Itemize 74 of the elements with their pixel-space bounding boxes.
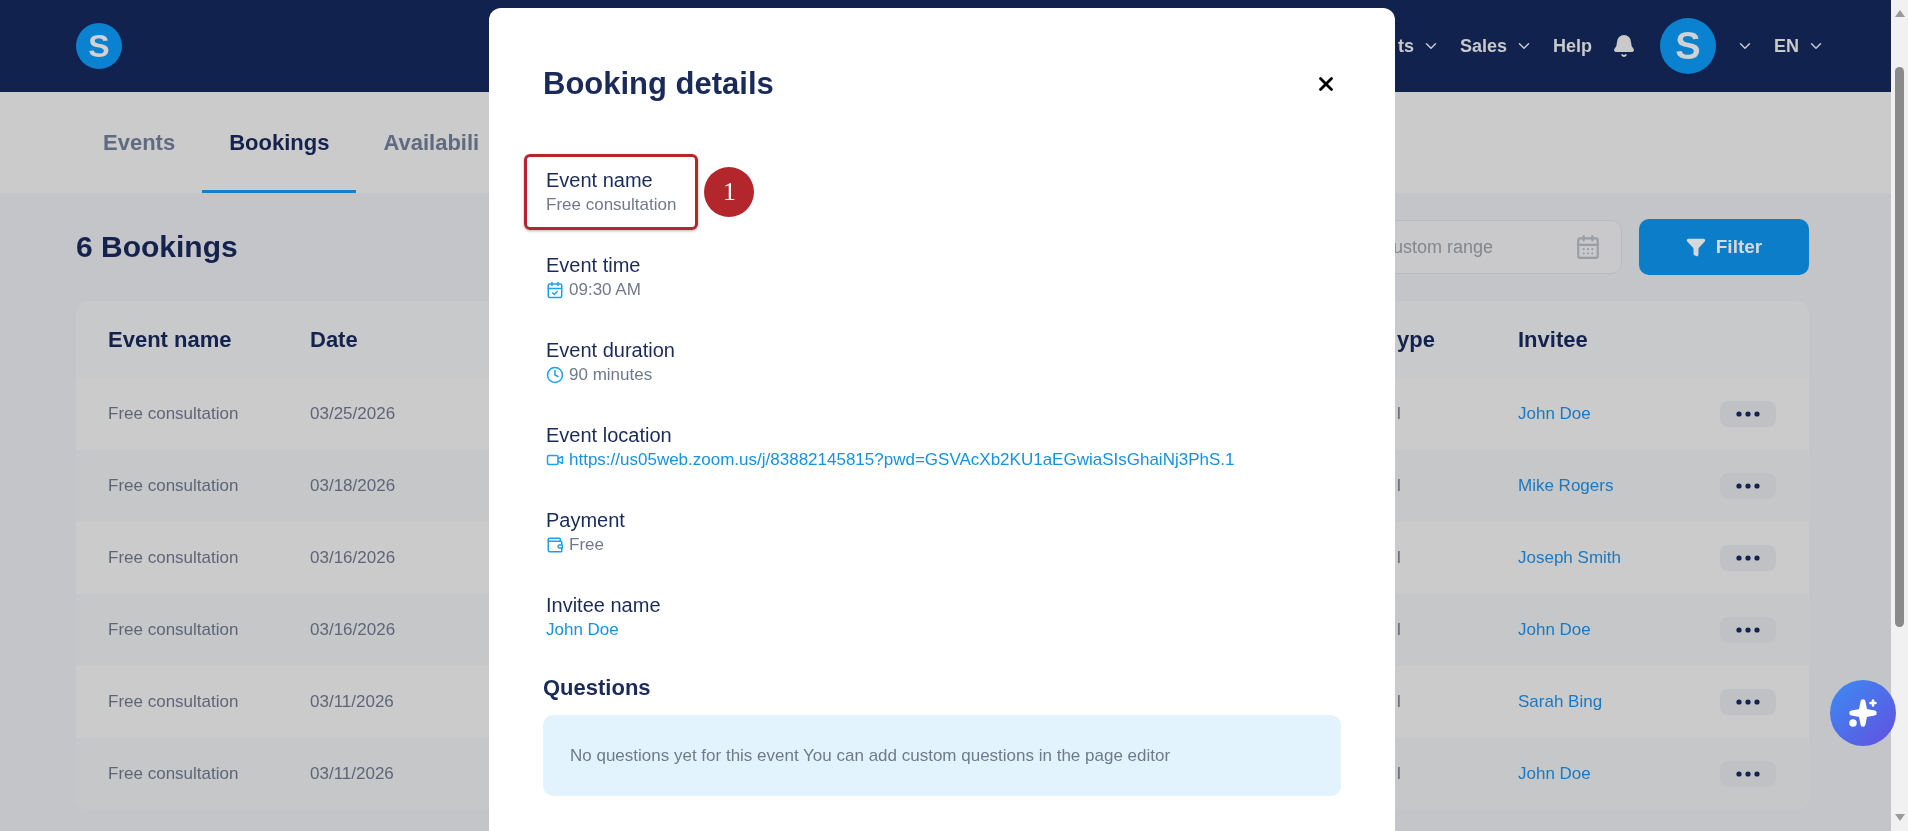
table-cell: 03/11/2026 xyxy=(310,692,394,712)
avatar[interactable]: S xyxy=(1660,18,1716,74)
table-cell: Free consultation xyxy=(108,476,239,496)
table-cell: Free consultation xyxy=(108,548,239,568)
table-cell: 03/16/2026 xyxy=(310,620,396,640)
table-cell: 03/18/2026 xyxy=(310,476,396,496)
filter-icon xyxy=(1685,237,1706,257)
more-button[interactable] xyxy=(1720,401,1776,427)
invitee-link[interactable]: John Doe xyxy=(1518,620,1591,640)
field-value: 90 minutes xyxy=(569,364,653,386)
page-title: 6 Bookings xyxy=(76,230,238,264)
nav-link[interactable]: Help xyxy=(1552,35,1592,57)
table-cell: 03/11/2026 xyxy=(310,764,394,784)
invitee-link[interactable]: Sarah Bing xyxy=(1518,692,1603,712)
more-button[interactable] xyxy=(1720,545,1776,571)
table-cell: Free consultation xyxy=(108,620,239,640)
field-value: 09:30 AM xyxy=(569,279,641,301)
ellipsis-icon xyxy=(1736,699,1760,705)
table-cell: Free consultation xyxy=(108,404,239,424)
table-cell: l xyxy=(1397,548,1401,568)
invitee-link[interactable]: Mike Rogers xyxy=(1518,476,1614,496)
logo[interactable]: S xyxy=(76,23,122,69)
column-header: Event name xyxy=(108,326,232,353)
ellipsis-icon xyxy=(1736,411,1760,417)
language-selector[interactable]: EN xyxy=(1774,35,1825,57)
field-label: Event name xyxy=(546,168,654,193)
field-value: Free xyxy=(569,534,604,556)
table-cell: l xyxy=(1397,476,1401,496)
tab[interactable]: Events xyxy=(76,92,203,193)
table-cell: Free consultation xyxy=(108,692,239,712)
table-cell: 03/25/2026 xyxy=(310,404,396,424)
dialog-title: Booking details xyxy=(543,66,774,102)
bell-icon[interactable] xyxy=(1612,34,1636,58)
invitee-link[interactable]: Joseph Smith xyxy=(1518,548,1621,568)
table-cell: Free consultation xyxy=(108,764,239,784)
scrollbar-thumb[interactable] xyxy=(1895,67,1904,627)
field-label: Payment xyxy=(546,508,625,533)
invitee-link[interactable]: John Doe xyxy=(1518,404,1591,424)
calendar-icon xyxy=(546,281,564,299)
filter-button[interactable]: Filter xyxy=(1639,219,1809,275)
invitee-link[interactable]: John Doe xyxy=(1518,764,1591,784)
column-header: Invitee xyxy=(1518,326,1588,353)
ellipsis-icon xyxy=(1736,771,1760,777)
column-header: Date xyxy=(310,326,358,353)
table-cell: l xyxy=(1397,692,1401,712)
ellipsis-icon xyxy=(1736,555,1760,561)
field-link[interactable]: John Doe xyxy=(546,618,619,642)
empty-questions-note: No questions yet for this event You can add custom questions in the page editor xyxy=(543,715,1341,796)
field-link[interactable]: https://us05web.zoom.us/j/83882145815?pwd=GSVAcXb2KU1aEGwiaSIsGhaiNj3PhS.1 xyxy=(569,448,1235,472)
wallet-icon xyxy=(546,536,564,554)
more-button[interactable] xyxy=(1720,689,1776,715)
clock-icon xyxy=(546,366,564,384)
ellipsis-icon xyxy=(1736,627,1760,633)
callout-number: 1 xyxy=(704,167,755,217)
table-cell: l xyxy=(1397,404,1401,424)
column-header: ype xyxy=(1397,326,1435,353)
more-button[interactable] xyxy=(1720,473,1776,499)
more-button[interactable] xyxy=(1720,761,1776,787)
sparkles-icon xyxy=(1848,698,1878,728)
field-label: Invitee name xyxy=(546,593,661,618)
tab[interactable]: Bookings xyxy=(202,92,357,193)
table-cell: l xyxy=(1397,764,1401,784)
nav-link[interactable]: Sales xyxy=(1459,35,1533,57)
field-label: Event time xyxy=(546,253,641,278)
field-value: Free consultation xyxy=(546,194,677,216)
table-cell: 03/16/2026 xyxy=(310,548,396,568)
field-label: Event location xyxy=(546,423,673,448)
field-label: Event duration xyxy=(546,338,675,363)
nav-link[interactable]: ts xyxy=(1397,35,1440,57)
more-button[interactable] xyxy=(1720,617,1776,643)
section-heading: Questions xyxy=(543,675,652,701)
ellipsis-icon xyxy=(1736,483,1760,489)
table-cell: l xyxy=(1397,620,1401,640)
calendar-icon xyxy=(1575,234,1601,260)
